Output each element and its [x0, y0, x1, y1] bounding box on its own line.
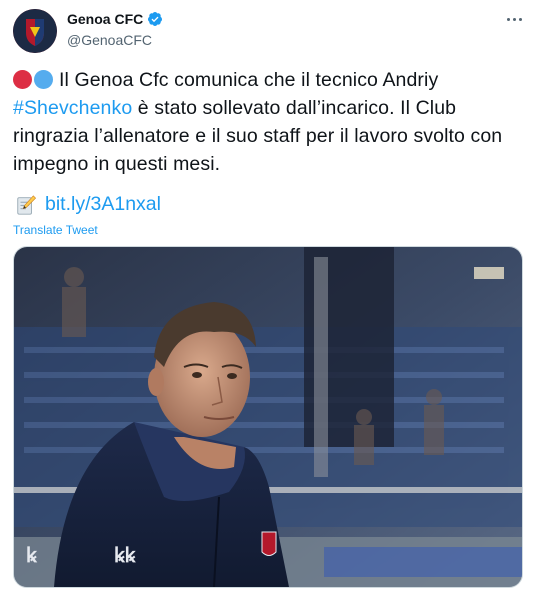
- svg-text:ꝃ: ꝃ: [26, 545, 38, 567]
- more-options-button[interactable]: [500, 8, 528, 30]
- kappa-logo: ꝃꝃ: [114, 545, 137, 567]
- display-name[interactable]: Genoa CFC: [67, 11, 143, 27]
- name-row: Genoa CFC: [67, 11, 163, 27]
- avatar[interactable]: [13, 9, 57, 53]
- genoa-crest-icon: [13, 9, 57, 53]
- verified-badge-icon: [148, 12, 163, 26]
- memo-icon: [17, 194, 37, 215]
- more-dot: [518, 17, 522, 21]
- more-dots-icon: [506, 17, 510, 21]
- red-circle-icon: [13, 70, 32, 89]
- blue-circle-icon: [34, 70, 53, 89]
- tweet-link[interactable]: bit.ly/3A1nxal: [45, 193, 161, 216]
- link-row: bit.ly/3A1nxal: [15, 193, 161, 216]
- coach-photo-image: ꝃꝃ ꝃ: [14, 247, 522, 587]
- tweet-card: Genoa CFC @GenoaCFC Il Genoa Cfc comunic…: [0, 0, 533, 603]
- tweet-text: Il Genoa Cfc comunica che il tecnico And…: [13, 66, 518, 178]
- handle[interactable]: @GenoaCFC: [67, 32, 152, 48]
- more-dot: [512, 17, 516, 21]
- tweet-text-part-1: Il Genoa Cfc comunica che il tecnico And…: [59, 69, 439, 91]
- translate-tweet-link[interactable]: Translate Tweet: [13, 223, 98, 237]
- tweet-photo[interactable]: ꝃꝃ ꝃ: [13, 246, 523, 588]
- hashtag-link[interactable]: #Shevchenko: [13, 97, 132, 119]
